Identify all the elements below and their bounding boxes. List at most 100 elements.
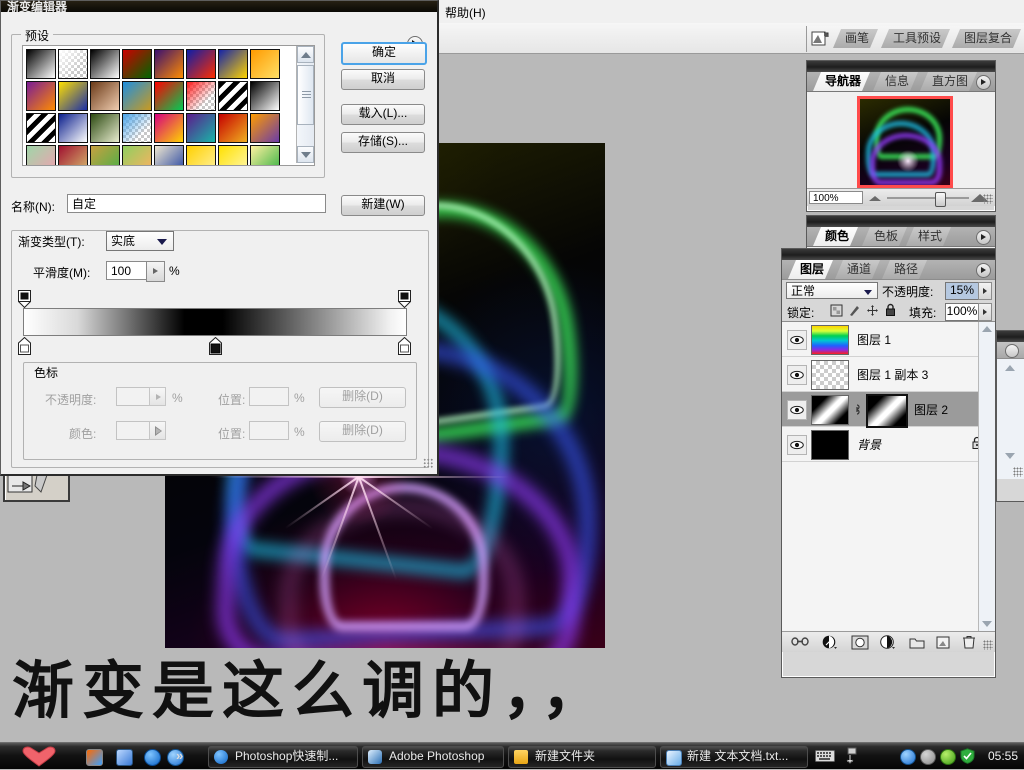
gradient-preset-swatch[interactable]: [218, 81, 248, 111]
smoothness-input[interactable]: 100: [106, 261, 146, 280]
delete-stop2-button[interactable]: 删除(D): [319, 421, 406, 442]
tab-swatches[interactable]: 色板: [862, 227, 907, 246]
fill-slider-arrow[interactable]: [978, 303, 992, 321]
keyboard-icon[interactable]: [815, 750, 835, 765]
zoom-out-icon[interactable]: [869, 196, 881, 201]
layer-thumbnail[interactable]: [811, 325, 849, 355]
gradient-preset-swatch[interactable]: [186, 113, 216, 143]
gradient-preset-swatch[interactable]: [154, 81, 184, 111]
stop-position-input[interactable]: [249, 387, 289, 406]
gradient-preset-swatch[interactable]: [58, 49, 88, 79]
kingsoft-tray-icon[interactable]: [900, 749, 916, 765]
navigator-preview-area[interactable]: [807, 91, 995, 188]
layer-thumbnail[interactable]: [811, 395, 849, 425]
fill-input[interactable]: 100%: [945, 303, 979, 321]
gradient-preset-swatch[interactable]: [122, 49, 152, 79]
gradient-preset-swatch[interactable]: [122, 145, 152, 165]
navigator-zoom-slider[interactable]: [887, 197, 969, 199]
taskbar-button-0[interactable]: Photoshop快速制...: [208, 746, 358, 768]
gradient-preset-swatch[interactable]: [218, 49, 248, 79]
color-stop-end[interactable]: [398, 336, 411, 355]
tab-navigator[interactable]: 导航器: [813, 72, 870, 91]
heart-start-icon[interactable]: [18, 745, 60, 767]
gradient-preset-swatch[interactable]: [154, 145, 184, 165]
lock-transparency-icon[interactable]: [830, 304, 843, 320]
scroll-down-arrow[interactable]: [982, 621, 992, 627]
save-button[interactable]: 存储(S)...: [341, 132, 425, 153]
layer-thumbnail[interactable]: [811, 430, 849, 460]
layers-panel-grip[interactable]: [782, 249, 995, 260]
color-panel-grip[interactable]: [807, 216, 995, 227]
menu-item-help[interactable]: 帮助(H): [437, 0, 494, 21]
panel-menu-icon[interactable]: [1005, 344, 1019, 358]
gradient-preset-swatch[interactable]: [186, 145, 216, 165]
gradient-preset-swatch[interactable]: [154, 49, 184, 79]
color-stop-middle[interactable]: [209, 336, 222, 355]
opacity-slider-arrow[interactable]: [978, 282, 992, 300]
scroll-up-arrow[interactable]: [982, 326, 992, 332]
layer-thumbnail[interactable]: [811, 360, 849, 390]
color-panel-menu-icon[interactable]: [976, 230, 991, 245]
gradient-preset-swatch[interactable]: [58, 81, 88, 111]
gradient-name-input[interactable]: 自定: [67, 194, 326, 213]
gradient-preset-swatch[interactable]: [186, 81, 216, 111]
gradient-preset-swatch[interactable]: [250, 145, 280, 165]
navigator-zoom-knob[interactable]: [935, 192, 946, 207]
tab-styles[interactable]: 样式: [906, 227, 951, 246]
gradient-preset-swatch[interactable]: [122, 81, 152, 111]
color-stop-start[interactable]: [18, 336, 31, 355]
navigator-zoom-value[interactable]: 100%: [809, 191, 863, 204]
delete-stop-button[interactable]: 删除(D): [319, 387, 406, 408]
layer-visibility-icon[interactable]: [787, 330, 807, 350]
layer-visibility-icon[interactable]: [787, 400, 807, 420]
gradient-preset-swatch[interactable]: [90, 49, 120, 79]
gradient-preset-swatch[interactable]: [218, 145, 248, 165]
adjustment-layer-icon[interactable]: [880, 635, 896, 653]
new-layer-icon[interactable]: [936, 636, 950, 652]
navigator-thumbnail[interactable]: [857, 96, 953, 188]
shield-icon[interactable]: [960, 748, 975, 767]
table-row[interactable]: 图层 1: [782, 322, 995, 357]
layer-mask-thumbnail[interactable]: [866, 394, 908, 428]
smoothness-slider-arrow[interactable]: [146, 261, 165, 282]
gradient-preset-swatch[interactable]: [90, 145, 120, 165]
delete-layer-icon[interactable]: [962, 635, 976, 653]
dialog-resize-grip[interactable]: [423, 458, 434, 469]
taskbar-button-1[interactable]: Adobe Photoshop: [362, 746, 504, 768]
gradient-preset-swatch[interactable]: [154, 113, 184, 143]
tab-color[interactable]: 颜色: [813, 227, 858, 246]
sound-icon[interactable]: [920, 749, 936, 765]
tab-channels[interactable]: 通道: [835, 260, 880, 279]
scroll-up-arrow[interactable]: [1005, 365, 1015, 371]
layer-list[interactable]: 图层 1 图层 1 副本 3 图层 2 背景: [782, 321, 995, 631]
palette-tab-brush[interactable]: 画笔: [833, 29, 878, 48]
opacity-stop-start[interactable]: [17, 290, 32, 309]
tab-paths[interactable]: 路径: [882, 260, 927, 279]
taskbar-button-3[interactable]: 新建 文本文档.txt...: [660, 746, 808, 768]
layer-name[interactable]: 图层 1 副本 3: [857, 366, 928, 383]
layer-visibility-icon[interactable]: [787, 435, 807, 455]
preset-scrollbar[interactable]: [296, 46, 314, 163]
palette-tab-tool-presets[interactable]: 工具预设: [881, 29, 950, 48]
gradient-preset-swatch[interactable]: [122, 113, 152, 143]
resize-grip[interactable]: [1013, 467, 1023, 477]
photo-viewer-icon[interactable]: [86, 749, 103, 766]
gradient-preset-swatch[interactable]: [186, 49, 216, 79]
navigator-panel-grip[interactable]: [807, 61, 995, 72]
gradient-preset-swatch[interactable]: [26, 145, 56, 165]
scroll-down-arrow[interactable]: [1005, 453, 1015, 459]
layers-panel-menu-icon[interactable]: [976, 263, 991, 278]
scroll-down-arrow[interactable]: [297, 146, 314, 163]
maxthon-icon[interactable]: [144, 749, 161, 766]
palette-tab-layer-comps[interactable]: 图层复合: [952, 29, 1021, 48]
stop-position2-input[interactable]: [249, 421, 289, 440]
gradient-type-select[interactable]: 实底: [106, 231, 174, 251]
table-row[interactable]: 背景: [782, 427, 995, 462]
opacity-input[interactable]: 15%: [945, 282, 979, 300]
navigator-panel-menu-icon[interactable]: [976, 75, 991, 90]
blend-mode-select[interactable]: 正常: [786, 282, 878, 299]
opacity-stop-end[interactable]: [397, 290, 412, 309]
stop-opacity-slider-arrow[interactable]: [149, 387, 166, 406]
layer-style-icon[interactable]: [822, 635, 838, 653]
tab-histogram[interactable]: 直方图: [920, 72, 977, 91]
